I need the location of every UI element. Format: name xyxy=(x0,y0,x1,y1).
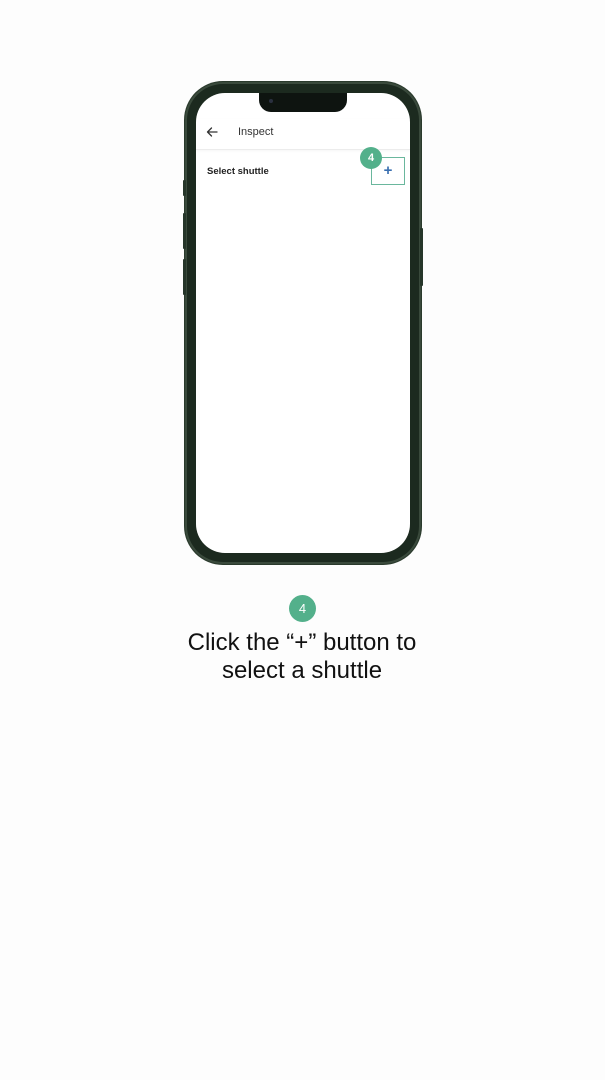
phone-screen: Inspect Select shuttle + 4 xyxy=(196,93,410,553)
step-number-badge: 4 xyxy=(289,595,316,622)
phone-power-button xyxy=(420,228,423,286)
step-caption: Click the “+” button to select a shuttle xyxy=(102,629,502,685)
caption-line-1: Click the “+” button to xyxy=(187,629,417,656)
camera-icon xyxy=(269,99,273,103)
phone-notch xyxy=(259,93,347,112)
select-shuttle-label: Select shuttle xyxy=(207,166,269,177)
page-title: Inspect xyxy=(238,126,274,138)
phone-volume-up xyxy=(183,213,186,249)
app-header: Inspect xyxy=(196,119,410,150)
step-marker-badge: 4 xyxy=(360,147,382,169)
back-arrow-icon[interactable] xyxy=(205,125,219,139)
phone-silent-switch xyxy=(183,180,186,196)
tutorial-stage: Inspect Select shuttle + 4 4 Click the “… xyxy=(0,0,605,1080)
caption-line-2: select a shuttle xyxy=(221,657,383,684)
phone-volume-down xyxy=(183,259,186,295)
phone-mockup: Inspect Select shuttle + 4 xyxy=(183,82,423,564)
